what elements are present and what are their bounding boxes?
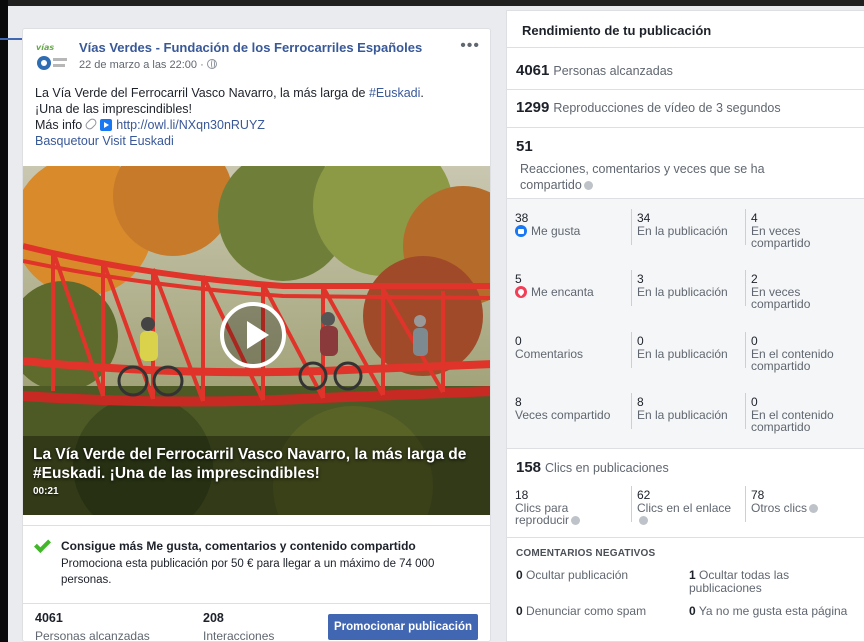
- post-header: vías Vías Verdes - Fundación de los Ferr…: [35, 37, 480, 73]
- video-player[interactable]: La Vía Verde del Ferrocarril Vasco Navar…: [23, 166, 490, 515]
- divider: [507, 537, 864, 538]
- shares-total: 8 Veces compartido: [515, 395, 611, 422]
- reactions-breakdown: 38 Me gusta 34 En la publicación 4 En veces…: [507, 198, 864, 449]
- promote-post-button[interactable]: Promocionar publicación: [328, 614, 478, 640]
- interactions-value: 208: [203, 611, 224, 625]
- spam-report-metric: 0 Denunciar como spam: [516, 604, 647, 618]
- clicks-metric: 158 Clics en publicaciones: [516, 459, 669, 476]
- divider: [507, 127, 864, 128]
- video-title: La Vía Verde del Ferrocarril Vasco Navar…: [33, 446, 467, 482]
- like-icon: [515, 225, 527, 237]
- views-metric: 1299 Reproducciones de vídeo de 3 segundo…: [516, 99, 781, 116]
- reach-metric: 4061 Personas alcanzadas: [516, 62, 673, 79]
- hashtag-link[interactable]: #Euskadi: [369, 86, 420, 100]
- url-link[interactable]: http://owl.li/NXqn30nRUYZ: [116, 118, 265, 132]
- likes-on-post: 34 En la publicación: [637, 211, 728, 238]
- unlike-page-metric: 0 Ya no me gusta esta página: [689, 604, 848, 618]
- post-message: La Vía Verde del Ferrocarril Vasco Navar…: [35, 85, 480, 149]
- negative-feedback-title: COMENTARIOS NEGATIVOS: [516, 548, 656, 559]
- info-icon[interactable]: [809, 504, 819, 513]
- panel-title: Rendimiento de tu publicación: [522, 23, 712, 38]
- shares-on-post: 8 En la publicación: [637, 395, 728, 422]
- video-duration: 00:21: [33, 486, 59, 497]
- video-link-icon: [100, 119, 113, 131]
- post-card: vías Vías Verdes - Fundación de los Ferr…: [22, 28, 491, 642]
- info-icon[interactable]: [639, 516, 648, 525]
- other-clicks: 78 Otros clics: [751, 489, 856, 514]
- top-bar: [0, 0, 864, 6]
- page-logo[interactable]: vías: [35, 39, 69, 73]
- post-stats-row: 4061 Personas alcanzadas 208 Interaccion…: [23, 603, 490, 642]
- divider: [507, 47, 864, 48]
- reach-value: 4061: [35, 611, 63, 625]
- page-name-link[interactable]: Vías Verdes - Fundación de los Ferrocarr…: [79, 40, 422, 55]
- interactions-label: Interacciones: [203, 629, 275, 642]
- reactions-label: Reacciones, comentarios y veces que se h…: [520, 162, 765, 192]
- reach-label: Personas alcanzadas: [35, 629, 150, 642]
- globe-icon: [206, 59, 217, 69]
- hide-all-metric: 1 Ocultar todas las publicaciones: [689, 568, 790, 595]
- window-edge: [0, 0, 8, 642]
- shares-on-shares: 0 En el contenido compartido: [751, 395, 834, 434]
- post-performance-panel: Rendimiento de tu publicación 4061 Person…: [506, 10, 864, 642]
- play-clicks: 18 Clics para reproducir: [515, 489, 615, 526]
- comments-total: 0 Comentarios: [515, 334, 584, 361]
- play-button[interactable]: [220, 302, 286, 368]
- promotion-banner: Consigue más Me gusta, comentarios y con…: [23, 525, 490, 595]
- divider: [507, 89, 864, 90]
- link-icon: [84, 116, 99, 132]
- post-line-2: ¡Una de las imprescindibles!: [35, 102, 193, 116]
- hide-post-metric: 0 Ocultar publicación: [516, 568, 629, 582]
- comments-on-shares: 0 En el contenido compartido: [751, 334, 834, 373]
- more-horizontal-icon[interactable]: •••: [460, 37, 480, 55]
- promotion-description: Promociona esta publicación por 50 € par…: [61, 558, 435, 586]
- info-icon[interactable]: [571, 516, 581, 525]
- loves-on-shares: 2 En veces compartido: [751, 272, 811, 311]
- reactions-metric: 51: [516, 138, 533, 155]
- likes-on-shares: 4 En veces compartido: [751, 211, 811, 250]
- link-clicks: 62 Clics en el enlace: [637, 489, 737, 526]
- promotion-title: Consigue más Me gusta, comentarios y con…: [61, 539, 416, 553]
- likes-total: 38 Me gusta: [515, 211, 581, 238]
- timestamp-text[interactable]: 22 de marzo a las 22:00 ·: [79, 59, 204, 71]
- post-timestamp[interactable]: 22 de marzo a las 22:00 ·: [79, 59, 217, 71]
- love-icon: [515, 286, 527, 298]
- svg-text:vías: vías: [36, 43, 54, 52]
- loves-on-post: 3 En la publicación: [637, 272, 728, 299]
- comments-on-post: 0 En la publicación: [637, 334, 728, 361]
- loves-total: 5 Me encanta: [515, 272, 594, 299]
- info-icon[interactable]: [583, 181, 593, 190]
- tagged-page-link[interactable]: Basquetour Visit Euskadi: [35, 133, 480, 149]
- post-line-1: La Vía Verde del Ferrocarril Vasco Navar…: [35, 86, 424, 100]
- post-line-3: Más info http://owl.li/NXqn30nRUYZ: [35, 116, 265, 132]
- check-icon: [34, 536, 51, 553]
